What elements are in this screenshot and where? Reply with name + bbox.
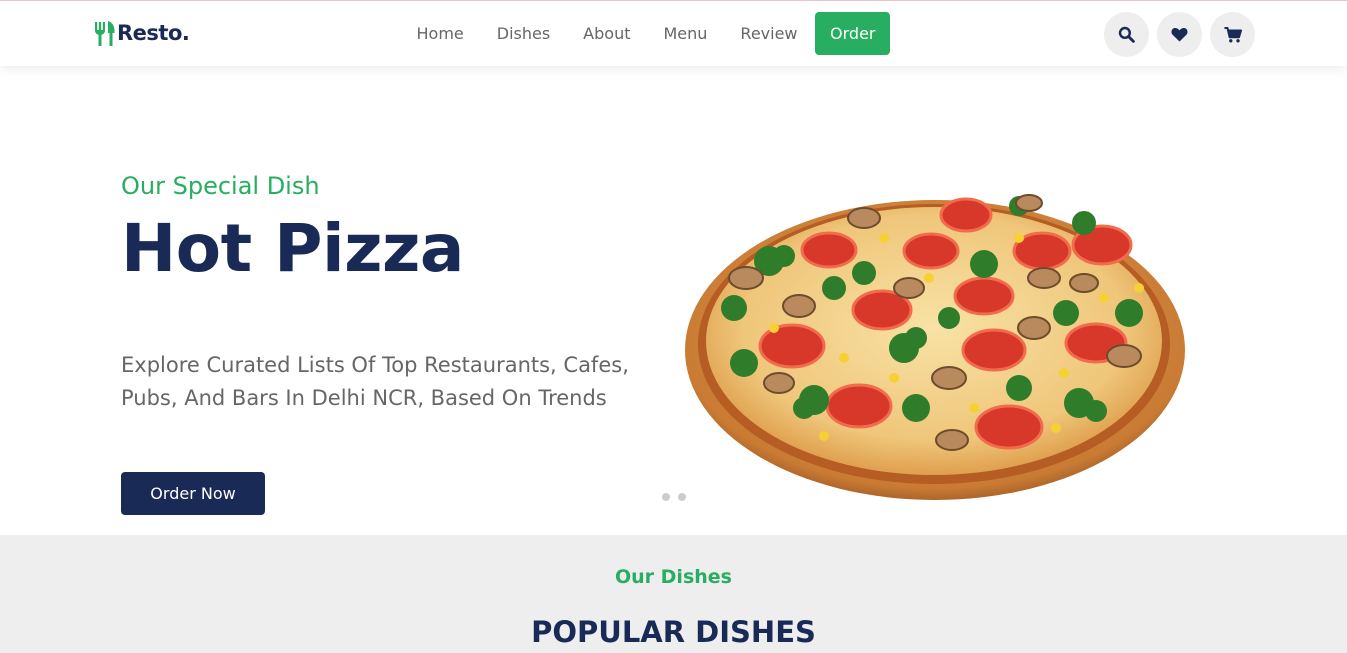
hero-title: Hot Pizza xyxy=(121,210,464,287)
nav-order[interactable]: Order xyxy=(815,12,891,55)
cart-button[interactable] xyxy=(1210,12,1255,57)
pizza-image xyxy=(685,194,1185,500)
nav-review[interactable]: Review xyxy=(724,12,814,55)
section-title: POPULAR DISHES xyxy=(531,615,816,649)
section-subtitle: Our Dishes xyxy=(615,566,732,588)
heart-icon xyxy=(1171,27,1188,42)
popular-dishes-section: Our Dishes POPULAR DISHES xyxy=(0,535,1347,653)
nav-about[interactable]: About xyxy=(567,12,647,55)
order-now-button[interactable]: Order Now xyxy=(121,472,265,515)
wishlist-button[interactable] xyxy=(1157,12,1202,57)
nav-home[interactable]: Home xyxy=(400,12,480,55)
search-icon xyxy=(1118,26,1135,43)
site-header: Resto. Home Dishes About Menu Review Ord… xyxy=(0,1,1347,66)
slider-dot-1[interactable] xyxy=(662,493,670,501)
hero-description: Explore Curated Lists Of Top Restaurants… xyxy=(121,353,629,410)
nav-menu[interactable]: Menu xyxy=(647,12,724,55)
nav-dishes[interactable]: Dishes xyxy=(480,12,566,55)
header-icons xyxy=(1104,12,1263,57)
cart-icon xyxy=(1224,26,1242,42)
hero-subtitle: Our Special Dish xyxy=(121,172,320,200)
logo-text: Resto. xyxy=(117,21,190,45)
main-nav: Home Dishes About Menu Review Order xyxy=(400,12,891,55)
search-button[interactable] xyxy=(1104,12,1149,57)
utensils-icon xyxy=(95,20,115,46)
logo[interactable]: Resto. xyxy=(94,19,190,47)
